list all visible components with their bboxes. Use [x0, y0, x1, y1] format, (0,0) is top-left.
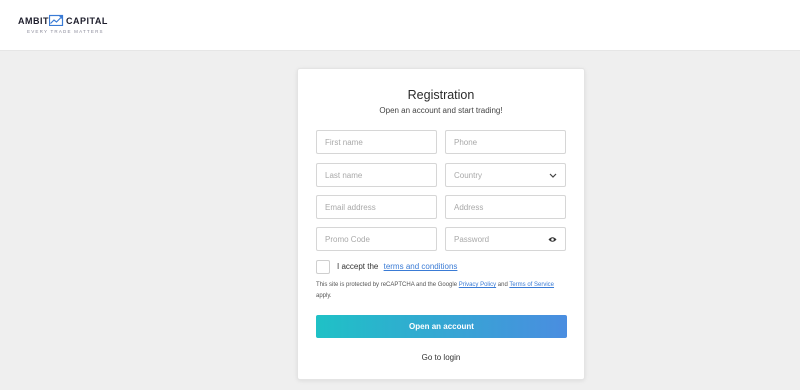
terms-link[interactable]: terms and conditions	[384, 262, 458, 271]
email-field	[316, 195, 437, 219]
first-name-input[interactable]	[317, 131, 436, 153]
recaptcha-notice: This site is protected by reCAPTCHA and …	[316, 280, 568, 302]
country-select[interactable]: Country	[445, 163, 566, 187]
form-subtitle: Open an account and start trading!	[379, 106, 503, 115]
country-select-value: Country	[454, 171, 483, 180]
brand-name-left: AMBIT	[18, 16, 49, 26]
open-account-button[interactable]: Open an account	[316, 315, 567, 338]
chart-trend-icon	[49, 14, 64, 26]
recaptcha-and: and	[497, 282, 508, 288]
registration-card: Registration Open an account and start t…	[297, 68, 585, 380]
terms-of-service-link[interactable]: Terms of Service	[509, 282, 554, 288]
first-name-field	[316, 130, 437, 154]
top-bar: AMBIT CAPITAL EVERY TRADE MATTERS	[0, 0, 800, 51]
chevron-down-icon	[549, 173, 557, 178]
recaptcha-suffix: apply.	[316, 293, 332, 299]
phone-input[interactable]	[446, 131, 565, 153]
address-field	[445, 195, 566, 219]
form-title: Registration	[407, 88, 475, 102]
terms-label: I accept the terms and conditions	[337, 262, 457, 271]
brand-tagline: EVERY TRADE MATTERS	[27, 29, 104, 34]
terms-prefix: I accept the	[337, 262, 379, 271]
promo-code-field	[316, 227, 437, 251]
eye-icon[interactable]	[548, 236, 557, 243]
recaptcha-prefix: This site is protected by reCAPTCHA and …	[316, 282, 458, 288]
terms-checkbox[interactable]	[316, 260, 330, 274]
privacy-policy-link[interactable]: Privacy Policy	[459, 282, 496, 288]
go-to-login-link[interactable]: Go to login	[298, 353, 584, 362]
last-name-input[interactable]	[317, 164, 436, 186]
address-input[interactable]	[446, 196, 565, 218]
last-name-field	[316, 163, 437, 187]
email-input[interactable]	[317, 196, 436, 218]
password-field	[445, 227, 566, 251]
brand-name-right: CAPITAL	[66, 16, 108, 26]
promo-code-input[interactable]	[317, 228, 436, 250]
phone-field	[445, 130, 566, 154]
brand-logo[interactable]: AMBIT CAPITAL EVERY TRADE MATTERS	[18, 13, 118, 39]
